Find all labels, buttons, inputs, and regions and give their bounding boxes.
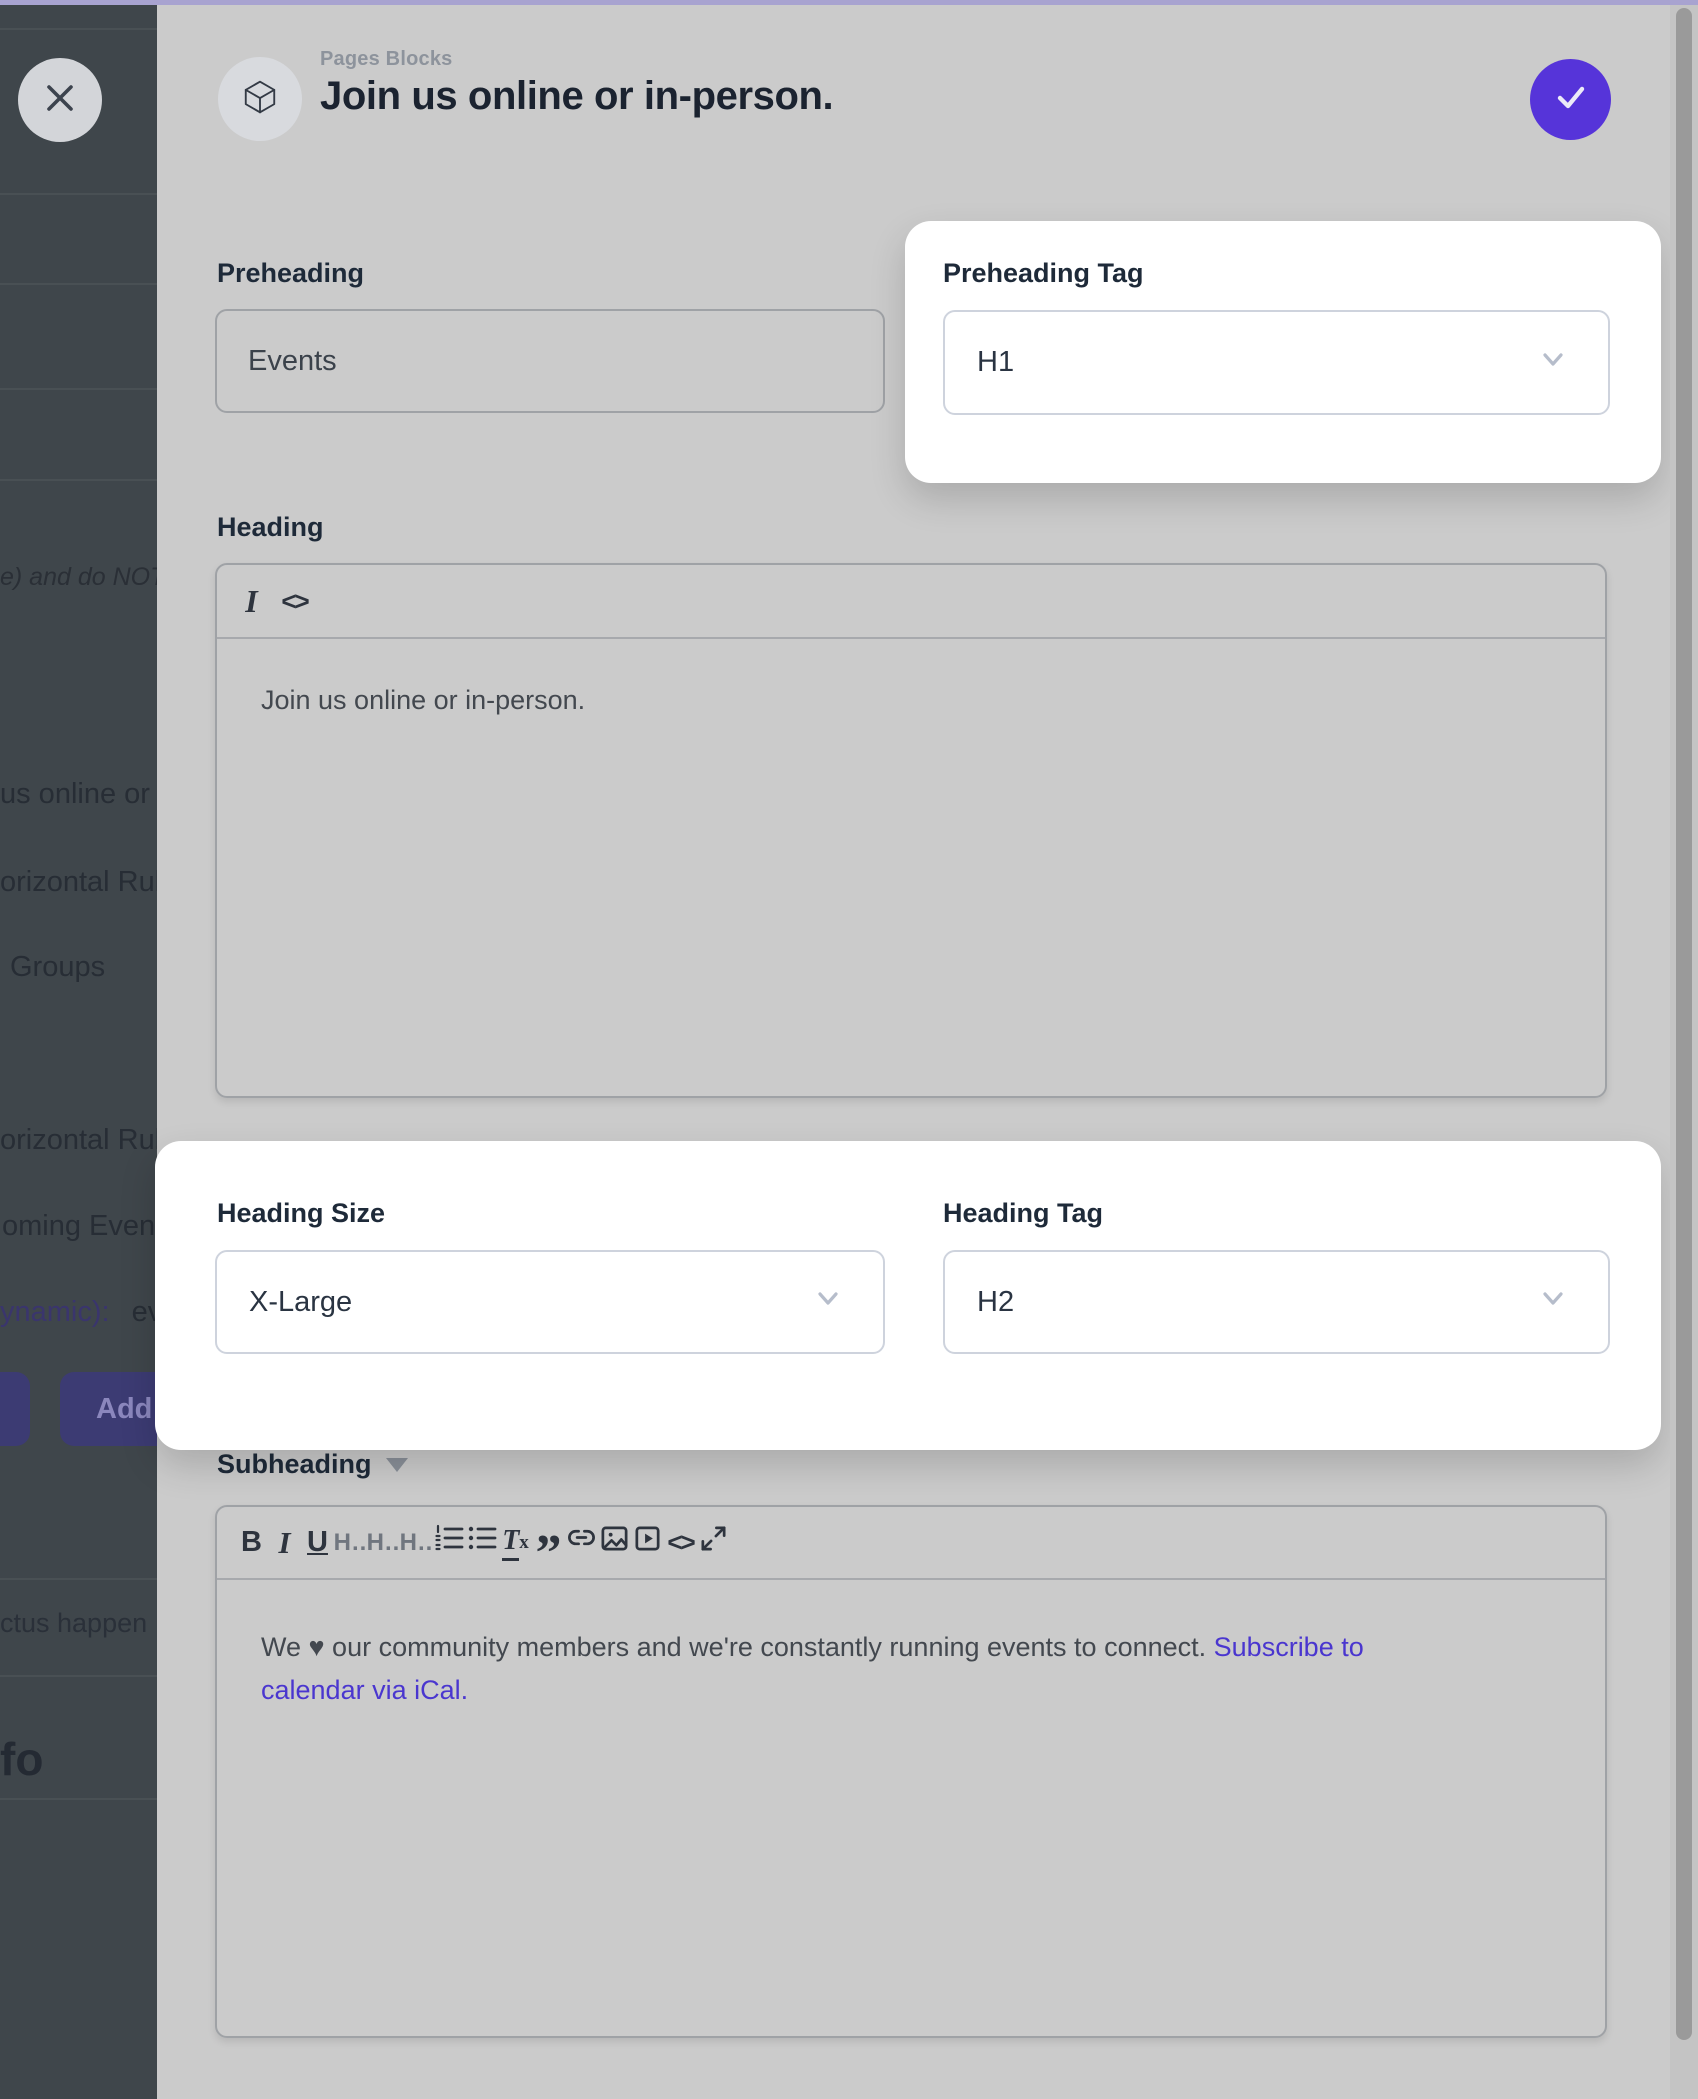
dimmed-add-button: Add (60, 1372, 157, 1446)
dimmed-dynamic-label: ynamic): ev (0, 1296, 157, 1329)
heading-tag-label: Heading Tag (943, 1198, 1103, 1229)
dimmed-item-horizontal-rule: orizontal Rule (0, 866, 157, 899)
video-icon (632, 1523, 663, 1562)
underline-button[interactable]: U (301, 1526, 334, 1559)
bullet-list-icon (467, 1523, 498, 1562)
subheading-editor-toolbar: B I U H.. H.. H.. Tx ” (217, 1507, 1605, 1580)
bold-button[interactable]: B (235, 1526, 268, 1559)
code-view-button[interactable]: <> (664, 1527, 697, 1558)
heading-editor: I <> Join us online or in-person. (215, 563, 1607, 1098)
fullscreen-icon (698, 1523, 729, 1562)
subheading-editor-content[interactable]: We ♥ our community members and we're con… (217, 1580, 1605, 1712)
dimmed-item-horizontal-rule: orizontal Rule (0, 1124, 157, 1157)
ordered-list-icon (434, 1523, 465, 1562)
preheading-label: Preheading (217, 258, 364, 289)
scrollbar-track[interactable] (1670, 5, 1698, 2099)
heading1-button[interactable]: H.. (334, 1529, 367, 1557)
check-icon (1552, 78, 1590, 121)
dimmed-note-text: ctus happen (0, 1608, 147, 1639)
heading-size-tag-card: Heading Size X-Large Heading Tag H2 (155, 1141, 1661, 1450)
video-button[interactable] (631, 1523, 664, 1562)
dimmed-button (0, 1372, 30, 1446)
blockquote-button[interactable]: ” (532, 1522, 565, 1564)
preheading-tag-select[interactable]: H1 (943, 310, 1610, 415)
heading2-button[interactable]: H.. (367, 1529, 400, 1557)
heading-size-select[interactable]: X-Large (215, 1250, 885, 1354)
chevron-down-icon (813, 1283, 843, 1321)
dimmed-dynamic-rest: ev (132, 1296, 157, 1328)
divider (0, 283, 157, 285)
block-type-avatar (218, 57, 302, 141)
subscribe-link-line1[interactable]: Subscribe to (1214, 1632, 1364, 1662)
link-icon (566, 1523, 597, 1562)
image-button[interactable] (598, 1523, 631, 1562)
scrollbar-thumb[interactable] (1676, 8, 1692, 2040)
preheading-tag-value: H1 (977, 346, 1014, 379)
preheading-input[interactable]: Events (215, 309, 885, 413)
ordered-list-button[interactable] (433, 1523, 466, 1562)
italic-button[interactable]: I (235, 583, 268, 620)
breadcrumb: Pages Blocks (320, 48, 452, 71)
link-button[interactable] (565, 1523, 598, 1562)
dimmed-background-panel: e) and do NOT us online or i orizontal R… (0, 0, 157, 2099)
preheading-value: Events (248, 345, 337, 378)
heading3-button[interactable]: H.. (400, 1529, 433, 1557)
subscribe-link-line2[interactable]: calendar via iCal. (261, 1675, 468, 1705)
code-view-button[interactable]: <> (278, 586, 311, 617)
subheading-label: Subheading (217, 1449, 372, 1480)
dimmed-dynamic-accent: ynamic): (0, 1296, 110, 1328)
page-title: Join us online or in-person. (320, 74, 833, 119)
heading-label: Heading (217, 512, 324, 543)
heading-tag-value: H2 (977, 1286, 1014, 1319)
divider (0, 193, 157, 195)
subheading-label-row: Subheading (217, 1449, 408, 1480)
dimmed-help-text: e) and do NOT (0, 563, 157, 592)
image-icon (599, 1523, 630, 1562)
clear-format-t: T (502, 1525, 519, 1561)
dimmed-item-upcoming-events: oming Events (2, 1210, 157, 1243)
cube-icon (237, 74, 283, 125)
italic-button[interactable]: I (268, 1525, 301, 1561)
dimmed-block-title: us online or i (0, 778, 157, 811)
dimmed-item-groups: Groups (10, 951, 105, 984)
subheading-editor: B I U H.. H.. H.. Tx ” (215, 1505, 1607, 2038)
clear-format-x: x (519, 1532, 529, 1554)
heading-size-label: Heading Size (217, 1198, 385, 1229)
heading-editor-toolbar: I <> (217, 565, 1605, 639)
heading-value: Join us online or in-person. (261, 685, 585, 715)
clear-format-button[interactable]: Tx (499, 1525, 532, 1561)
collapse-triangle-icon[interactable] (386, 1458, 408, 1472)
divider (0, 1675, 157, 1677)
divider (0, 479, 157, 481)
top-accent-bar (0, 0, 1698, 5)
divider (0, 1798, 157, 1800)
fullscreen-button[interactable] (697, 1523, 730, 1562)
bullet-list-button[interactable] (466, 1523, 499, 1562)
close-icon (43, 81, 77, 120)
chevron-down-icon (1538, 344, 1568, 382)
heading-size-value: X-Large (249, 1286, 352, 1319)
heading-editor-content[interactable]: Join us online or in-person. (217, 639, 1605, 762)
close-button[interactable] (18, 58, 102, 142)
subheading-text: We ♥ our community members and we're con… (261, 1632, 1206, 1662)
dimmed-section-heading: fo (0, 1732, 43, 1786)
chevron-down-icon (1538, 1283, 1568, 1321)
heading-tag-select[interactable]: H2 (943, 1250, 1610, 1354)
divider (0, 388, 157, 390)
confirm-button[interactable] (1530, 59, 1611, 140)
divider (0, 1578, 157, 1580)
divider (0, 28, 157, 30)
preheading-tag-card: Preheading Tag H1 (905, 221, 1661, 483)
preheading-tag-label: Preheading Tag (943, 258, 1144, 289)
